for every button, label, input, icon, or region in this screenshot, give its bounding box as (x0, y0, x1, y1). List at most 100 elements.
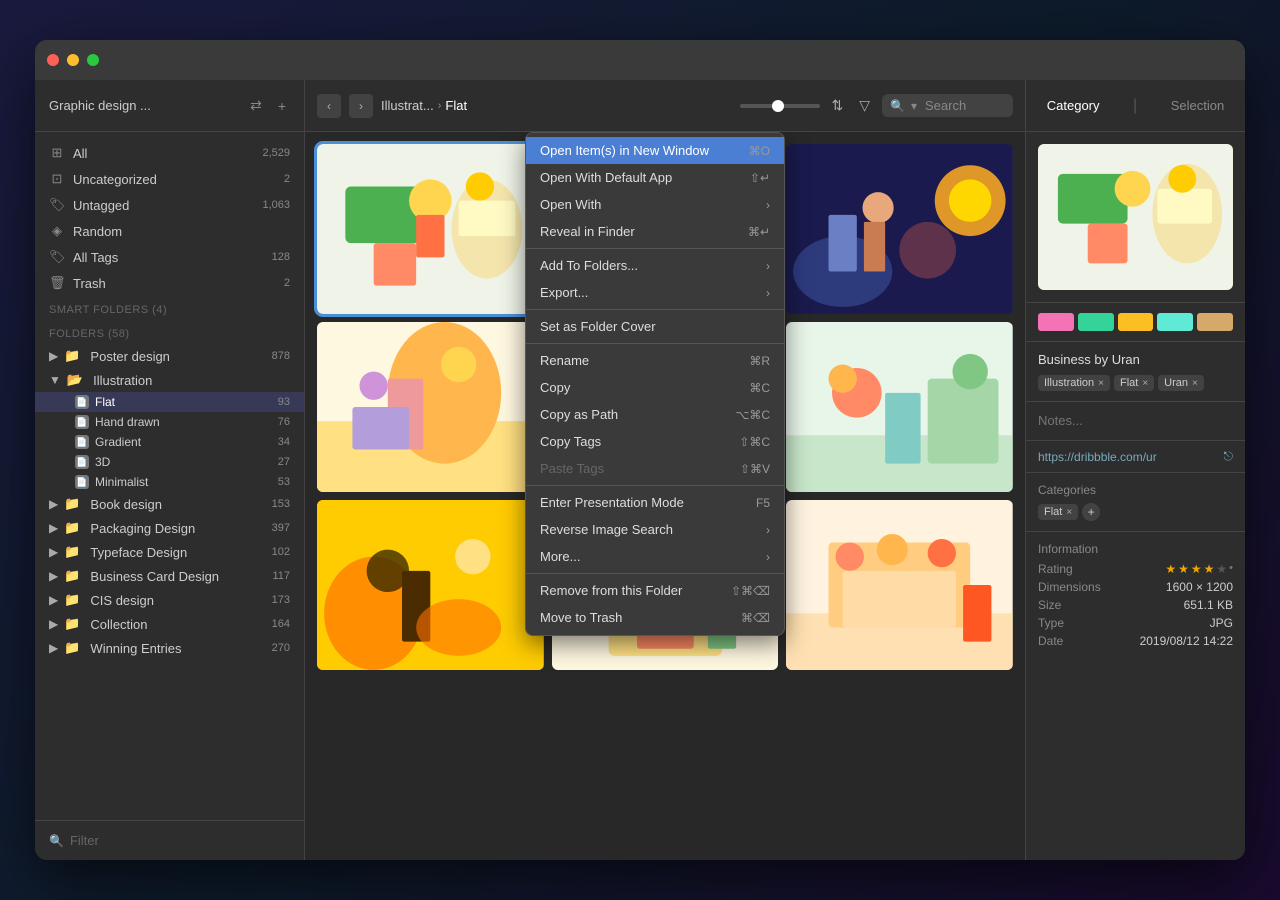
ctx-remove-folder-shortcut: ⇧⌘⌫ (731, 584, 770, 598)
ctx-copy[interactable]: Copy ⌘C (526, 374, 784, 401)
ctx-rename[interactable]: Rename ⌘R (526, 347, 784, 374)
tag-flat[interactable]: Flat × (1114, 375, 1154, 391)
folder-count-cis: 173 (272, 594, 290, 606)
swatch-green[interactable] (1078, 313, 1114, 331)
sidebar-switch-icon[interactable]: ⇄ (246, 95, 266, 116)
star-3: ★ (1191, 562, 1202, 576)
swatch-tan[interactable] (1197, 313, 1233, 331)
folder-expand-pack: ▶ (49, 521, 58, 535)
external-link-icon[interactable]: ⎋ (1224, 449, 1234, 464)
subfolder-label-gradient: Gradient (95, 435, 272, 449)
ctx-more[interactable]: More... › (526, 543, 784, 570)
ctx-open-new-window-label: Open Item(s) in New Window (540, 143, 741, 158)
trash-icon: 🗑 (49, 275, 65, 291)
ctx-copy-path-shortcut: ⌥⌘C (736, 408, 771, 422)
ctx-copy-label: Copy (540, 380, 741, 395)
subfolder-3d[interactable]: 📄 3D 27 (35, 452, 304, 472)
info-dimensions-row: Dimensions 1600 × 1200 (1038, 580, 1233, 594)
slider-thumb[interactable] (772, 100, 784, 112)
folder-typeface[interactable]: ▶ 📁 Typeface Design 102 (35, 540, 304, 564)
folder-winning[interactable]: ▶ 📁 Winning Entries 270 (35, 636, 304, 660)
ctx-add-folders[interactable]: Add To Folders... › (526, 252, 784, 279)
cat-tag-flat[interactable]: Flat × (1038, 504, 1078, 520)
minimize-button[interactable] (67, 54, 79, 66)
tag-flat-close[interactable]: × (1142, 378, 1148, 389)
ctx-reverse-search[interactable]: Reverse Image Search › (526, 516, 784, 543)
sidebar-item-all[interactable]: ⊞ All 2,529 (35, 140, 304, 166)
folder-bizcard[interactable]: ▶ 📁 Business Card Design 117 (35, 564, 304, 588)
image-cell-9[interactable] (786, 500, 1013, 670)
subfolder-count-handdrawn: 76 (278, 416, 290, 428)
sidebar-item-all-tags[interactable]: 🏷 All Tags 128 (35, 244, 304, 270)
search-input[interactable] (925, 98, 1005, 113)
tag-illustration-close[interactable]: × (1098, 378, 1104, 389)
panel-header: Category | Selection (1026, 80, 1245, 132)
back-button[interactable]: ‹ (317, 94, 341, 118)
sidebar-item-trash[interactable]: 🗑 Trash 2 (35, 270, 304, 296)
folder-cis[interactable]: ▶ 📁 CIS design 173 (35, 588, 304, 612)
ctx-folder-cover[interactable]: Set as Folder Cover (526, 313, 784, 340)
image-cell-6[interactable] (786, 322, 1013, 492)
image-cell-3[interactable] (786, 144, 1013, 314)
subfolder-gradient[interactable]: 📄 Gradient 34 (35, 432, 304, 452)
content-toolbar: ‹ › Illustrat... › Flat ⇅ ▽ (305, 80, 1025, 132)
folder-icon-illus: 📂 (67, 372, 83, 388)
subfolder-flat[interactable]: 📄 Flat 93 (35, 392, 304, 412)
ctx-paste-tags-label: Paste Tags (540, 461, 732, 476)
maximize-button[interactable] (87, 54, 99, 66)
info-section: Information Rating ★ ★ ★ ★ ★ • Di (1026, 532, 1245, 662)
subfolder-minimalist[interactable]: 📄 Minimalist 53 (35, 472, 304, 492)
add-category-button[interactable]: + (1082, 503, 1100, 521)
folder-packaging[interactable]: ▶ 📁 Packaging Design 397 (35, 516, 304, 540)
filter-input[interactable] (70, 833, 290, 848)
ctx-copy-tags[interactable]: Copy Tags ⇧⌘C (526, 428, 784, 455)
ctx-copy-path[interactable]: Copy as Path ⌥⌘C (526, 401, 784, 428)
sidebar-item-untagged[interactable]: 🏷 Untagged 1,063 (35, 192, 304, 218)
sidebar-item-random[interactable]: ◈ Random (35, 218, 304, 244)
ctx-rename-label: Rename (540, 353, 741, 368)
ctx-open-with[interactable]: Open With › (526, 191, 784, 218)
ctx-add-folders-arrow: › (766, 259, 770, 273)
cat-tag-flat-close[interactable]: × (1066, 507, 1072, 518)
tag-uran-close[interactable]: × (1192, 378, 1198, 389)
close-button[interactable] (47, 54, 59, 66)
sort-button[interactable]: ⇅ (828, 93, 848, 118)
tab-category[interactable]: Category (1039, 94, 1108, 117)
ctx-open-new-window[interactable]: Open Item(s) in New Window ⌘O (526, 137, 784, 164)
subfolder-label-minimalist: Minimalist (95, 475, 272, 489)
sidebar-add-icon[interactable]: + (274, 95, 290, 116)
tab-selection[interactable]: Selection (1163, 94, 1232, 117)
size-value: 651.1 KB (1184, 598, 1233, 612)
swatch-pink[interactable] (1038, 313, 1074, 331)
folder-illustration[interactable]: ▼ 📂 Illustration (35, 368, 304, 392)
image-cell-1[interactable] (317, 144, 544, 314)
sidebar-item-uncategorized[interactable]: ⊡ Uncategorized 2 (35, 166, 304, 192)
ctx-remove-folder[interactable]: Remove from this Folder ⇧⌘⌫ (526, 577, 784, 604)
date-value: 2019/08/12 14:22 (1140, 634, 1233, 648)
forward-button[interactable]: › (349, 94, 373, 118)
ctx-move-trash[interactable]: Move to Trash ⌘⌫ (526, 604, 784, 631)
notes-input[interactable] (1038, 413, 1233, 428)
filter-button[interactable]: ▽ (855, 93, 874, 118)
ctx-presentation[interactable]: Enter Presentation Mode F5 (526, 489, 784, 516)
subfolder-label-handdrawn: Hand drawn (95, 415, 272, 429)
folder-expand-cis: ▶ (49, 593, 58, 607)
untagged-label: Untagged (73, 198, 254, 213)
folder-poster-design[interactable]: ▶ 📁 Poster design 878 (35, 344, 304, 368)
swatch-teal[interactable] (1157, 313, 1193, 331)
image-cell-4[interactable] (317, 322, 544, 492)
tag-illustration[interactable]: Illustration × (1038, 375, 1110, 391)
ctx-export[interactable]: Export... › (526, 279, 784, 306)
image-cell-7[interactable] (317, 500, 544, 670)
breadcrumb-current: Flat (445, 98, 467, 113)
subfolder-handdrawn[interactable]: 📄 Hand drawn 76 (35, 412, 304, 432)
swatch-yellow[interactable] (1118, 313, 1154, 331)
folder-book-design[interactable]: ▶ 📁 Book design 153 (35, 492, 304, 516)
ctx-reveal-finder[interactable]: Reveal in Finder ⌘↵ (526, 218, 784, 245)
tag-uran[interactable]: Uran × (1158, 375, 1204, 391)
folder-icon-type: 📁 (64, 544, 80, 560)
folder-collection[interactable]: ▶ 📁 Collection 164 (35, 612, 304, 636)
folder-icon-cis: 📁 (64, 592, 80, 608)
ctx-open-default[interactable]: Open With Default App ⇧↵ (526, 164, 784, 191)
folder-label-illus: Illustration (93, 373, 290, 388)
